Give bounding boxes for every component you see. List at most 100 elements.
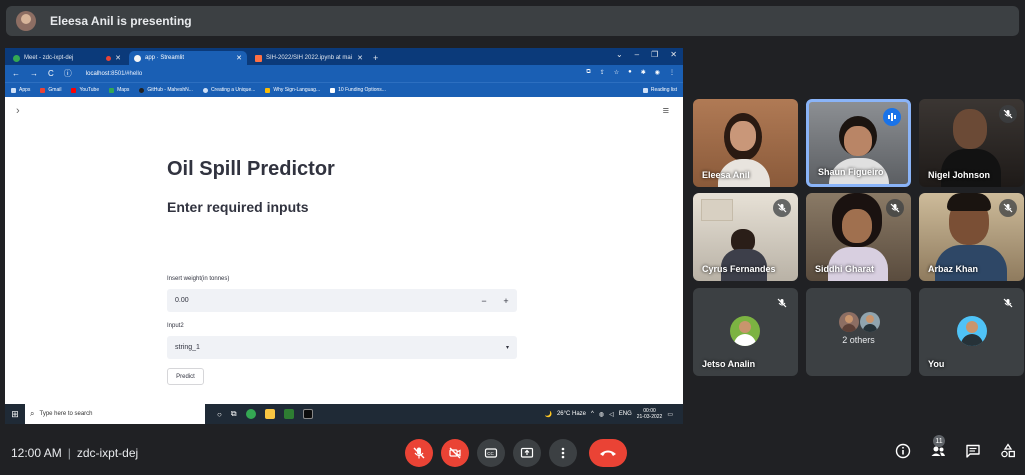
lang-text: ENG — [618, 411, 632, 417]
chat-button[interactable] — [964, 442, 982, 460]
participant-tile-siddhi[interactable]: Siddhi Gharat — [806, 193, 911, 281]
participant-tile-cyrus[interactable]: Cyrus Fernandes — [693, 193, 798, 281]
browser-tab-github[interactable]: SIH-2022/SIH 2022.ipynb at mai ✕ — [250, 51, 368, 65]
hamburger-menu-icon[interactable]: ≡ — [663, 105, 669, 117]
bookmark-funding[interactable]: 10 Funding Options... — [330, 87, 386, 93]
reload-icon[interactable]: C — [48, 69, 54, 78]
participant-name: Shaun Figueiro — [818, 167, 884, 177]
browser-tab-meet[interactable]: Meet - zdc-ixpt-dej ✕ — [8, 51, 126, 65]
globe-icon — [202, 87, 208, 93]
sidebar-expand-icon[interactable]: › — [16, 105, 20, 117]
tab-close-icon[interactable]: ✕ — [236, 54, 242, 62]
site-info-icon[interactable]: ⓘ — [64, 68, 72, 79]
video-face — [844, 126, 872, 156]
tray-chevron-icon[interactable]: ^ — [591, 411, 594, 417]
activities-icon — [1001, 443, 1015, 458]
bookmark-github[interactable]: GitHub - MaheshN... — [139, 87, 193, 93]
bookmark-youtube[interactable]: YouTube — [71, 87, 99, 93]
weight-value[interactable]: 0.00 — [175, 297, 473, 304]
increment-button[interactable]: + — [495, 296, 517, 306]
extension-icon[interactable]: ● — [628, 69, 632, 76]
participant-tile-you[interactable]: You — [919, 288, 1024, 376]
input2-select[interactable]: string_1 ▾ — [167, 336, 517, 359]
tab-label: app · Streamlit — [145, 55, 185, 61]
menu-dots-icon[interactable]: ⋮ — [669, 69, 675, 76]
bookmark-apps[interactable]: Apps — [11, 87, 30, 93]
participant-tile-arbaz[interactable]: Arbaz Khan — [919, 193, 1024, 281]
participant-name: Eleesa Anil — [702, 170, 750, 180]
taskbar-clock[interactable]: 00:00 21-03-2022 — [637, 408, 663, 420]
back-icon[interactable]: ← — [12, 69, 20, 78]
people-count-badge: 11 — [933, 435, 945, 447]
participant-tile-jetso[interactable]: Jetso Analin — [693, 288, 798, 376]
clock-date: 21-03-2022 — [636, 414, 663, 420]
reading-list-icon — [642, 87, 648, 93]
bookmark-creating[interactable]: Creating a Unique... — [202, 87, 255, 93]
cortana-icon[interactable]: ○ — [217, 410, 222, 419]
predict-button[interactable]: Predict — [167, 368, 204, 385]
url-field[interactable]: localhost:8501/#hello — [86, 71, 142, 77]
windows-start-icon[interactable]: ⊞ — [5, 409, 25, 420]
tab-close-icon[interactable]: ✕ — [115, 54, 121, 62]
tab-label: SIH-2022/SIH 2022.ipynb at mai — [266, 55, 353, 61]
bookmark-sign-language[interactable]: Why Sign-Languag... — [265, 87, 320, 93]
gmail-icon — [40, 87, 46, 93]
svg-text:CC: CC — [487, 451, 494, 456]
more-options-button[interactable] — [549, 439, 577, 467]
minimize-icon[interactable]: – — [635, 50, 639, 59]
task-view-icon[interactable]: ⧉ — [231, 409, 237, 419]
streamlit-favicon-icon — [134, 54, 141, 62]
mic-off-icon — [999, 105, 1017, 123]
present-button[interactable] — [513, 439, 541, 467]
meeting-details-button[interactable] — [894, 442, 912, 460]
leave-call-button[interactable] — [589, 439, 627, 467]
mic-toggle-button[interactable] — [405, 439, 433, 467]
bookmarks-bar: Apps Gmail YouTube Maps GitHub - MaheshN… — [5, 82, 683, 97]
console-icon[interactable] — [302, 409, 313, 419]
taskbar-search[interactable]: ⌕ Type here to search — [25, 404, 205, 424]
forward-icon[interactable]: → — [30, 69, 38, 78]
translate-icon[interactable]: ⧉ — [586, 69, 590, 76]
share-icon[interactable]: ⇪ — [600, 69, 605, 76]
participant-tile-eleesa[interactable]: Eleesa Anil — [693, 99, 798, 187]
github-icon — [139, 87, 145, 93]
bookmark-maps[interactable]: Maps — [109, 87, 129, 93]
participant-tile-shaun[interactable]: Shaun Figueiro — [806, 99, 911, 187]
bookmark-star-icon[interactable]: ☆ — [614, 69, 619, 76]
new-tab-button[interactable]: + — [373, 53, 378, 63]
captions-button[interactable]: CC — [477, 439, 505, 467]
maximize-icon[interactable]: ❐ — [651, 50, 658, 59]
taskbar-apps: ○ ⧉ — [217, 409, 313, 419]
weather-icon: 🌙 — [544, 411, 552, 418]
avatar — [860, 312, 880, 332]
decrement-button[interactable]: − — [473, 296, 495, 306]
present-screen-icon — [520, 447, 534, 458]
weight-number-input[interactable]: 0.00 − + — [167, 289, 517, 312]
profile-icon[interactable]: ◉ — [655, 69, 660, 76]
chrome-icon[interactable] — [245, 409, 256, 419]
tab-close-icon[interactable]: ✕ — [357, 54, 363, 62]
participant-tile-others[interactable]: 2 others — [806, 288, 911, 376]
notification-icon[interactable]: ▭ — [667, 411, 673, 418]
close-window-icon[interactable]: ✕ — [670, 50, 677, 59]
mic-off-icon — [999, 199, 1017, 217]
file-explorer-icon[interactable] — [264, 409, 275, 419]
page-icon — [330, 87, 336, 93]
mic-off-icon — [999, 294, 1017, 312]
bookmark-gmail[interactable]: Gmail — [40, 87, 61, 93]
tab-label: Meet - zdc-ixpt-dej — [24, 55, 74, 61]
puzzle-icon[interactable]: ✱ — [641, 69, 646, 76]
speaking-indicator-icon — [883, 108, 901, 126]
activities-button[interactable] — [999, 442, 1017, 460]
address-icons: ⧉ ⇪ ☆ ● ✱ ◉ ⋮ — [586, 69, 675, 76]
camera-toggle-button[interactable] — [441, 439, 469, 467]
reading-list[interactable]: Reading list — [642, 87, 677, 93]
participant-tile-nigel[interactable]: Nigel Johnson — [919, 99, 1024, 187]
mic-off-icon — [773, 199, 791, 217]
people-button[interactable]: 11 — [929, 435, 947, 460]
chevron-down-icon: ▾ — [505, 345, 509, 351]
taskbar-search-placeholder: Type here to search — [39, 411, 93, 417]
tab-search-chevron-icon[interactable]: ⌄ — [616, 50, 623, 59]
terminal-app-icon[interactable] — [283, 409, 294, 419]
browser-tab-app[interactable]: app · Streamlit ✕ — [129, 51, 247, 65]
